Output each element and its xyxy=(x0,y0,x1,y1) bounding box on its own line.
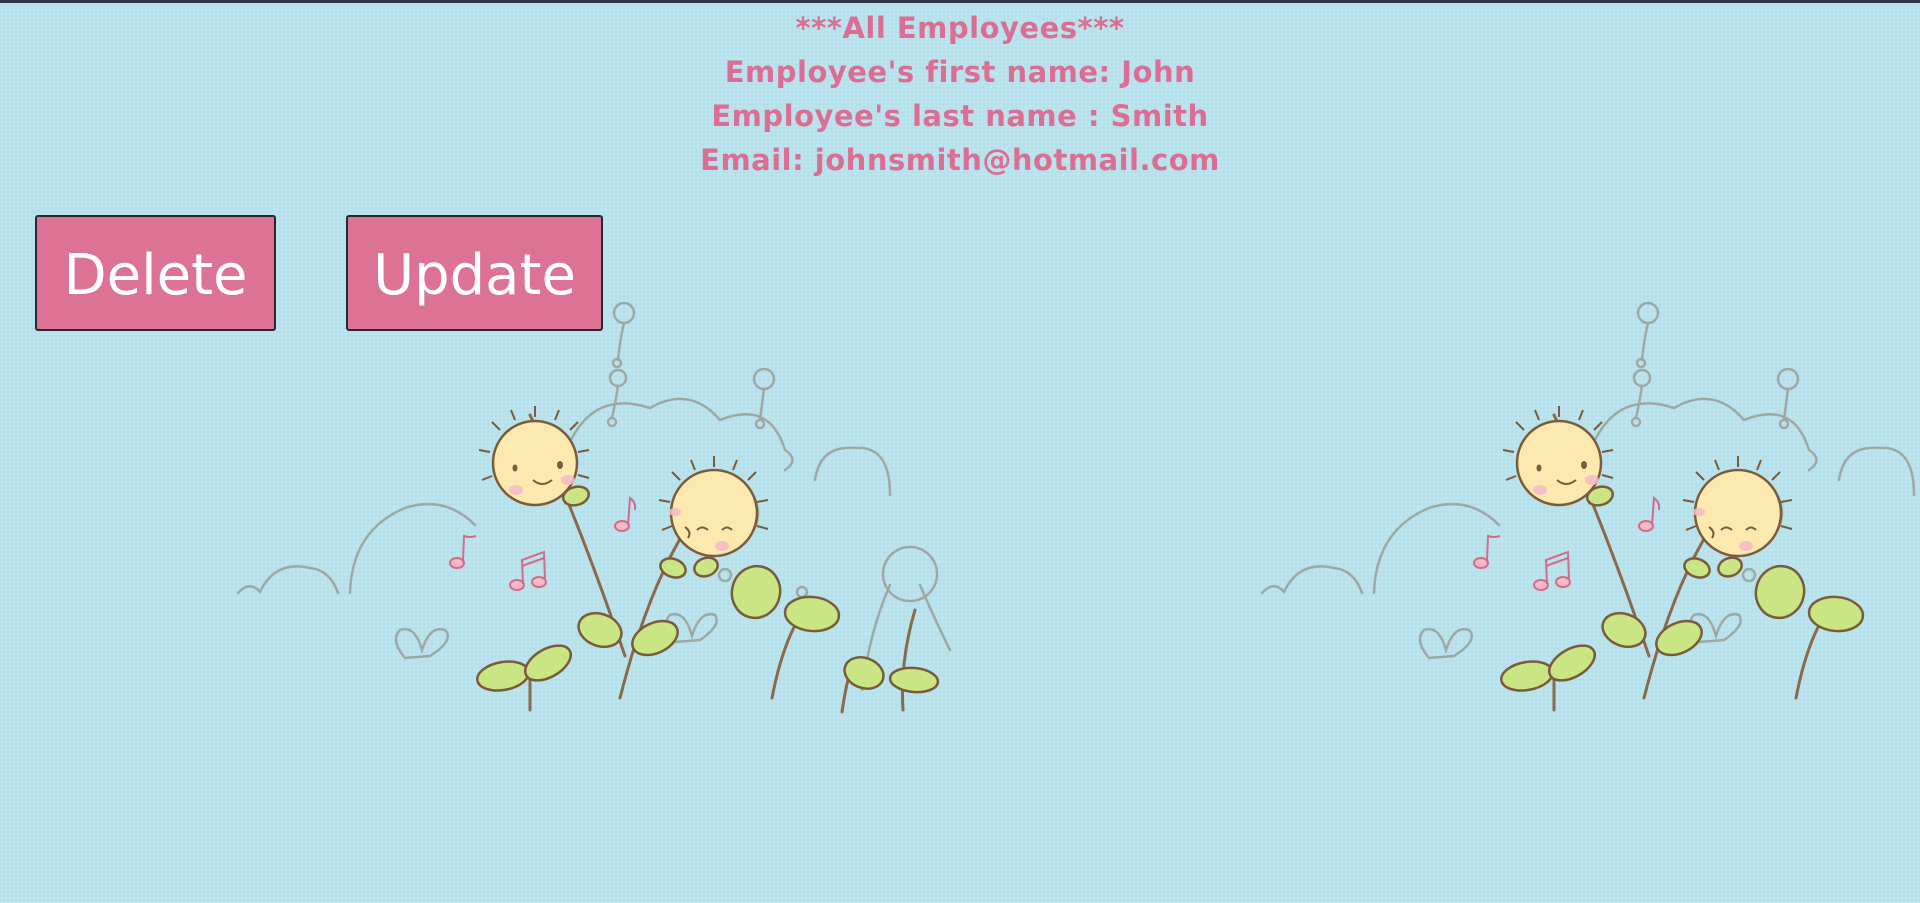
page-heading: ***All Employees*** xyxy=(795,11,1125,45)
flower-illustration-icon xyxy=(1260,301,1916,712)
flower-illustration-icon xyxy=(236,301,952,714)
employee-info: ***All Employees*** Employee's first nam… xyxy=(0,6,1920,182)
email-text: Email: johnsmith@hotmail.com xyxy=(700,143,1220,177)
first-name-text: Employee's first name: John xyxy=(724,55,1196,89)
window-top-border xyxy=(0,0,1920,3)
last-name-text: Employee's last name : Smith xyxy=(711,99,1209,133)
